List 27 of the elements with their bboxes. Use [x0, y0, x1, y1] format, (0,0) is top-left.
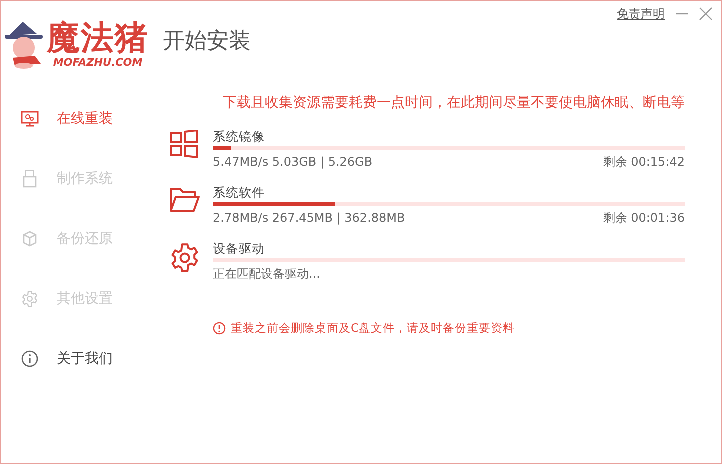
- notice-text: 下载且收集资源需要耗费一点时间，在此期间尽量不要使电脑休眠、断电等: [222, 94, 685, 113]
- task-stats: 正在匹配设备驱动...: [213, 266, 320, 282]
- disclaimer-link[interactable]: 免责声明: [617, 5, 665, 23]
- task-stats: 5.47MB/s 5.03GB | 5.26GB: [213, 154, 373, 170]
- folder-icon: [169, 186, 201, 214]
- monitor-icon: [21, 110, 39, 128]
- close-icon[interactable]: [699, 7, 713, 21]
- settings-icon: [169, 242, 201, 274]
- remaining-time: 剩余 00:01:36: [603, 210, 685, 226]
- warning-text: 重装之前会删除桌面及C盘文件，请及时备份重要资料: [231, 320, 516, 337]
- window-title: 开始安装: [163, 28, 251, 56]
- remaining-time: 剩余 00:15:42: [603, 154, 685, 170]
- brand-domain: MOFAZHU.COM: [53, 58, 143, 69]
- sidebar-item[interactable]: 在线重装: [21, 89, 161, 149]
- info-icon: [21, 350, 39, 368]
- task-stats: 2.78MB/s 267.45MB | 362.88MB: [213, 210, 406, 226]
- task-name: 系统软件: [213, 184, 266, 201]
- brand-name: 魔法猪: [47, 21, 149, 54]
- task-name: 系统镜像: [213, 128, 266, 145]
- cube-icon: [21, 230, 39, 248]
- task-name: 设备驱动: [213, 240, 266, 257]
- warning-icon: [213, 322, 226, 336]
- usb-drive-icon: [23, 170, 37, 188]
- settings-icon: [21, 290, 39, 308]
- sidebar-item[interactable]: 关于我们: [21, 329, 161, 389]
- pig-mascot-drawing: [5, 20, 43, 70]
- windows-icon: [169, 130, 199, 158]
